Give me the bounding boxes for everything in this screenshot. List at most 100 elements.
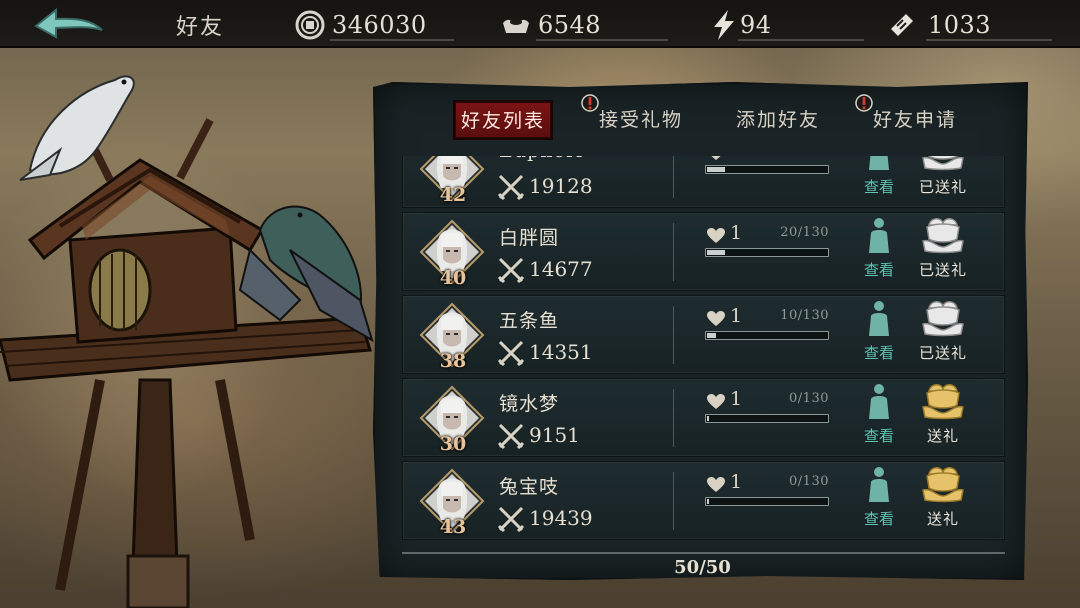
friend-power: 9151 [529, 423, 580, 447]
affinity-progress-text: 20/130 [775, 156, 829, 157]
affinity-progress-text: 0/130 [789, 391, 829, 406]
affinity-progress-text: 10/130 [780, 308, 829, 323]
friend-name: 镜水梦 [499, 393, 560, 415]
affinity-progress-fill [707, 333, 716, 338]
friend-power: 14677 [529, 257, 593, 281]
energy-value: 94 [740, 11, 772, 39]
ticket-underline [926, 39, 1052, 41]
friend-name: 五条鱼 [499, 310, 560, 332]
resource-coin: 346030 [294, 6, 456, 42]
lightning-icon [714, 10, 734, 40]
ticket-icon [888, 11, 916, 39]
resource-silver: 6548 [500, 6, 670, 42]
energy-underline [738, 39, 864, 41]
gift-label: 已送礼 [918, 178, 967, 196]
friend-row[interactable]: 42 Euphori 19128 1 20/130 查看 [402, 156, 1005, 208]
list-bottom-divider [402, 552, 1005, 554]
row-divider [673, 306, 674, 364]
view-profile-button[interactable]: 查看 [859, 217, 899, 283]
tab-receive-gifts[interactable]: 接受礼物 [581, 94, 685, 138]
crossed-swords-icon [497, 423, 525, 450]
person-icon [867, 156, 891, 170]
affinity-progress-bar [705, 331, 829, 340]
friend-power: 19439 [529, 506, 593, 530]
friend-level: 42 [439, 184, 467, 206]
friend-list[interactable]: 42 Euphori 19128 1 20/130 查看 [402, 156, 1005, 548]
crossed-swords-icon [497, 506, 525, 533]
tab-bar: 好友列表 接受礼物 添加好友 好友申请 [375, 94, 1028, 142]
silver-ingot-icon [503, 19, 529, 33]
back-arrow-icon [34, 7, 103, 39]
friends-panel: 好友列表 接受礼物 添加好友 好友申请 42 19128 查看 已送礼 40 白… [373, 82, 1028, 580]
friend-row[interactable]: 40 白胖圆 14677 1 20/130 查看 已送礼 [402, 212, 1005, 291]
tab-friend-list[interactable]: 好友列表 [455, 102, 551, 138]
affinity-progress-fill [707, 499, 709, 504]
gift-label: 送礼 [926, 510, 959, 528]
affinity-level: 1 [730, 156, 742, 161]
friend-row[interactable]: 38 五条鱼 14351 1 10/130 查看 已送礼 [402, 295, 1005, 374]
view-profile-label: 查看 [863, 178, 894, 196]
affinity-progress-bar [705, 497, 829, 506]
friend-level: 43 [439, 516, 467, 538]
friend-level: 38 [439, 350, 467, 372]
silver-value: 6548 [538, 11, 602, 39]
tab-friend-list-label: 好友列表 [460, 110, 545, 132]
gift-bag-icon [921, 298, 965, 338]
affinity-progress-fill [707, 167, 725, 172]
friend-row[interactable]: 43 兔宝吱 19439 1 0/130 查看 送礼 [402, 461, 1005, 540]
gift-sent-button[interactable]: 已送礼 [913, 156, 973, 200]
person-icon [867, 217, 891, 253]
row-divider [673, 472, 674, 530]
view-profile-button[interactable]: 查看 [859, 383, 899, 449]
heart-icon [707, 156, 725, 161]
view-profile-button[interactable]: 查看 [859, 300, 899, 366]
person-icon [867, 300, 891, 336]
affinity-progress-bar [705, 165, 829, 174]
page-title: 好友 [176, 15, 225, 40]
tab-friend-requests-label: 好友申请 [872, 109, 957, 131]
gift-bag-icon [921, 464, 965, 504]
ticket-value: 1033 [928, 11, 992, 39]
view-profile-label: 查看 [863, 344, 894, 362]
friend-level: 40 [439, 267, 467, 289]
heart-icon [707, 394, 725, 410]
gift-label: 送礼 [926, 427, 959, 445]
coin-icon [295, 10, 325, 40]
friend-level: 30 [439, 433, 467, 455]
heart-icon [707, 228, 725, 244]
silver-underline [536, 39, 668, 41]
resource-ticket: 1033 [886, 6, 1054, 42]
send-gift-button[interactable]: 送礼 [913, 464, 973, 532]
tab-friend-requests[interactable]: 好友申请 [855, 94, 959, 138]
row-divider [673, 389, 674, 447]
friend-name: 兔宝吱 [499, 476, 560, 498]
view-profile-button[interactable]: 查看 [859, 156, 899, 200]
affinity-progress-text: 0/130 [789, 474, 829, 489]
gift-sent-button[interactable]: 已送礼 [913, 215, 973, 283]
affinity-level: 1 [730, 222, 743, 244]
heart-icon [707, 311, 725, 327]
tab-receive-gifts-label: 接受礼物 [598, 109, 683, 131]
heart-icon [707, 477, 725, 493]
row-divider [673, 223, 674, 281]
view-profile-button[interactable]: 查看 [859, 466, 899, 532]
view-profile-label: 查看 [863, 510, 894, 528]
friend-row[interactable]: 30 镜水梦 9151 1 0/130 查看 送礼 [402, 378, 1005, 457]
affinity-progress-fill [707, 416, 709, 421]
tab-add-friend-label: 添加好友 [735, 109, 820, 131]
alert-icon [855, 94, 873, 112]
crossed-swords-icon [497, 257, 525, 284]
resource-energy: 94 [708, 6, 866, 42]
back-button[interactable] [30, 6, 106, 42]
affinity-progress-bar [705, 414, 829, 423]
gift-sent-button[interactable]: 已送礼 [913, 298, 973, 366]
alert-icon [581, 94, 599, 112]
affinity-level: 1 [730, 305, 743, 327]
tab-add-friend[interactable]: 添加好友 [733, 102, 823, 138]
row-divider [673, 156, 674, 198]
person-icon [867, 466, 891, 502]
crossed-swords-icon [497, 174, 525, 201]
view-profile-label: 查看 [863, 261, 894, 279]
affinity-progress-text: 20/130 [780, 225, 829, 240]
send-gift-button[interactable]: 送礼 [913, 381, 973, 449]
